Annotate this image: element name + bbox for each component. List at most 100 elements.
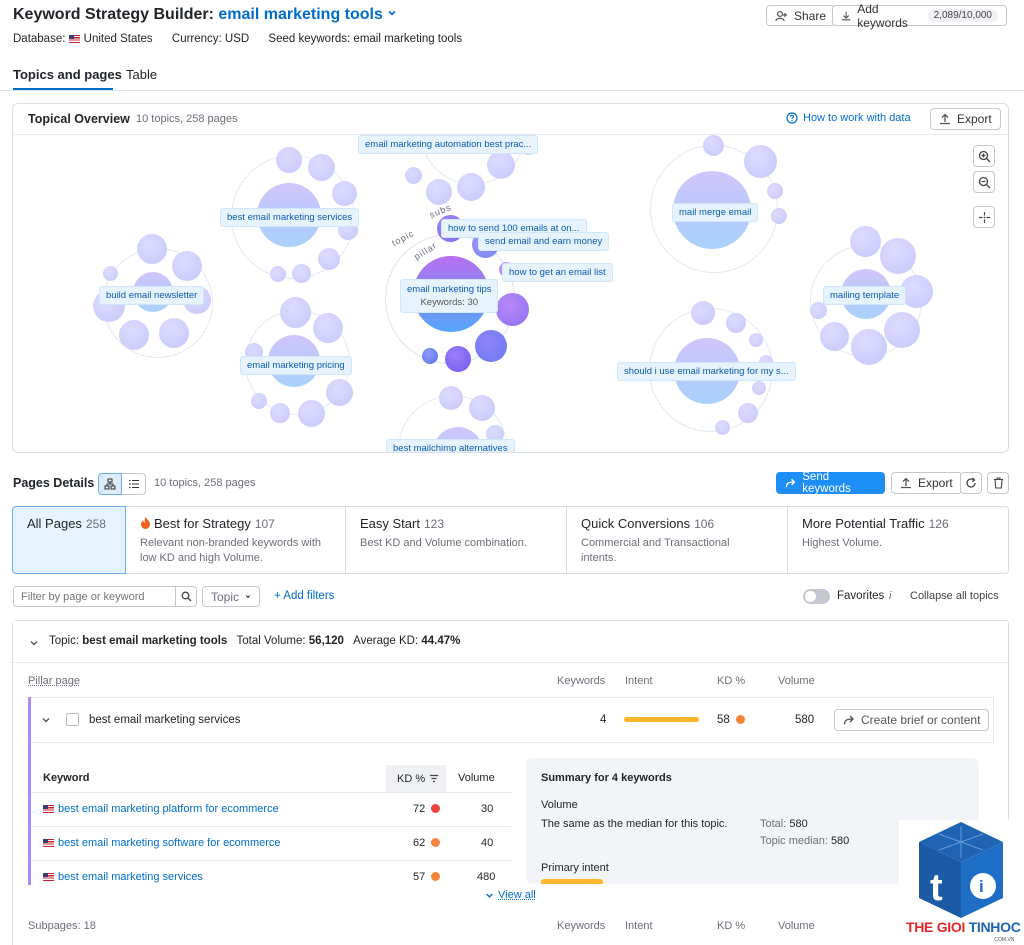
zoom-out-button[interactable] [973,171,995,193]
kw-link[interactable]: best email marketing platform for ecomme… [43,803,279,815]
recenter-button[interactable] [973,206,995,228]
subtopic-bubble[interactable] [422,348,438,364]
chevron-down-icon[interactable] [29,638,39,648]
bubble-map[interactable]: email marketing automation best prac... … [13,135,1008,452]
label-mailing-template[interactable]: mailing template [823,286,907,305]
topic-bubble[interactable] [405,167,422,184]
topic-bubble[interactable] [771,208,787,224]
collapse-all-topics-button[interactable]: Collapse all topics [910,590,999,602]
chevron-down-icon[interactable] [387,8,397,18]
how-to-work-link[interactable]: How to work with data [786,112,911,124]
pillar-page-name[interactable]: best email marketing services [89,714,240,726]
topic-bubble[interactable] [251,393,267,409]
strategy-tab-all-pages[interactable]: All Pages 258 [12,506,126,574]
topic-bubble[interactable] [850,226,881,257]
topic-bubble[interactable] [103,266,118,281]
pillar-checkbox[interactable] [66,713,79,726]
zoom-in-button[interactable] [973,145,995,167]
table-row[interactable]: best email marketing services 57 480 [31,860,511,884]
topic-bubble[interactable] [691,301,715,325]
topic-bubble[interactable] [439,386,463,410]
topic-bubble[interactable] [332,181,357,206]
topic-bubble[interactable] [318,248,340,270]
topic-bubble[interactable] [457,173,485,201]
info-icon[interactable]: i [889,590,891,602]
topic-bubble[interactable] [767,183,783,199]
search-button[interactable] [175,586,197,607]
strategy-tab-quick-conversions[interactable]: Quick Conversions 106 Commercial and Tran… [567,506,788,574]
label-earn-money[interactable]: send email and earn money [478,232,610,251]
topic-bubble[interactable] [469,395,495,421]
topic-bubble[interactable] [292,264,311,283]
favorites-toggle[interactable] [803,589,830,604]
refresh-button[interactable] [960,472,982,494]
chevron-down-icon[interactable] [41,715,51,725]
topic-bubble[interactable] [172,251,202,281]
label-email-list[interactable]: how to get an email list [502,263,613,282]
tab-table[interactable]: Table [126,67,157,82]
label-should-i[interactable]: should i use email marketing for my s... [617,362,796,381]
us-flag-icon [43,804,54,813]
chevron-down-icon [245,595,251,599]
view-all-link[interactable]: View all [485,889,536,901]
label-pillar-tips[interactable]: email marketing tips Keywords: 30 [400,279,499,313]
topic-bubble[interactable] [715,420,730,435]
strategy-tab-more-potential-traffic[interactable]: More Potential Traffic 126 Highest Volume… [788,506,1009,574]
pages-export-button[interactable]: Export [891,472,962,494]
topic-bubble[interactable] [426,179,452,205]
topic-bubble[interactable] [749,333,763,347]
topic-bubble[interactable] [313,313,343,343]
strategy-tab-best-for-strategy[interactable]: Best for Strategy 107 Relevant non-brande… [126,506,346,574]
topic-bubble[interactable] [308,154,335,181]
overview-export-button[interactable]: Export [930,108,1001,130]
topic-bubble[interactable] [137,234,167,264]
create-brief-button[interactable]: Create brief or content [834,709,990,731]
topic-bubble[interactable] [744,145,777,178]
kw-link[interactable]: best email marketing services [43,871,203,883]
topic-bubble[interactable] [270,266,286,282]
subtopic-bubble[interactable] [445,346,471,372]
label-automation[interactable]: email marketing automation best prac... [358,135,539,154]
share-button[interactable]: Share [766,5,836,26]
label-services[interactable]: best email marketing services [220,208,360,227]
label-newsletter[interactable]: build email newsletter [99,286,205,305]
delete-button[interactable] [987,472,1009,494]
intent-header: Intent [625,675,653,687]
view-tree-toggle[interactable] [98,473,122,495]
topic-bubble[interactable] [820,322,849,351]
topic-bubble[interactable] [159,318,189,348]
topic-bubble[interactable] [270,403,290,423]
topic-bubble[interactable] [487,151,515,179]
topic-bubble[interactable] [884,312,920,348]
topic-bubble[interactable] [119,320,149,350]
tab-topics-and-pages[interactable]: Topics and pages [13,67,122,82]
kw-col-kd-sorted[interactable]: KD % [386,765,446,792]
topic-bubble[interactable] [851,329,887,365]
topic-bubble[interactable] [280,297,311,328]
topic-bubble[interactable] [880,238,916,274]
topic-bubble[interactable] [276,147,302,173]
strategy-tab-easy-start[interactable]: Easy Start 123 Best KD and Volume combina… [346,506,567,574]
summary-intent-title: Primary intent [541,862,609,874]
add-keywords-button[interactable]: Add keywords 2,089/10,000 [832,2,1007,30]
topic-bubble[interactable] [703,135,724,156]
table-row[interactable]: best email marketing platform for ecomme… [31,792,511,826]
topic-filter-dropdown[interactable]: Topic [202,586,260,607]
send-keywords-button[interactable]: Send keywords [776,471,885,495]
add-filters-link[interactable]: + Add filters [274,590,334,602]
subtopic-bubble[interactable] [496,293,529,326]
kw-link[interactable]: best email marketing software for ecomme… [43,837,281,849]
label-mail-merge[interactable]: mail merge email [672,203,759,222]
topic-bubble[interactable] [752,381,766,395]
filter-search-input[interactable] [13,586,176,607]
topic-bubble[interactable] [726,313,746,333]
label-mailchimp[interactable]: best mailchimp alternatives [386,439,515,452]
topic-bubble[interactable] [298,400,325,427]
topic-bubble[interactable] [326,379,353,406]
project-name-dropdown[interactable]: email marketing tools [218,6,383,23]
table-row[interactable]: best email marketing software for ecomme… [31,826,511,860]
topic-bubble[interactable] [738,403,758,423]
label-pricing[interactable]: email marketing pricing [240,356,352,375]
subtopic-bubble[interactable] [475,330,507,362]
view-list-toggle[interactable] [122,473,146,495]
